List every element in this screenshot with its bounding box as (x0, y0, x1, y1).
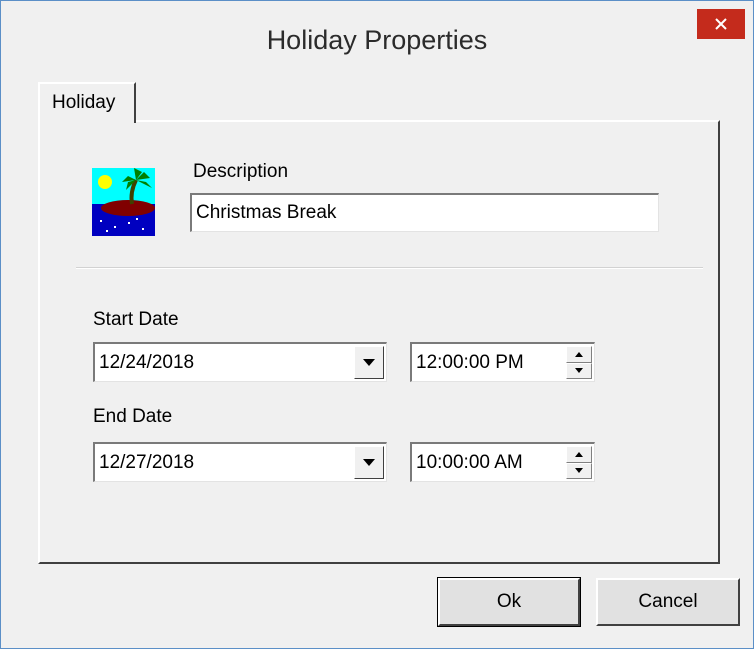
palm-tree-island-icon (92, 168, 155, 236)
end-time-spin-down[interactable] (566, 462, 592, 479)
ok-button[interactable]: Ok (437, 577, 581, 627)
tab-holiday[interactable]: Holiday (38, 82, 136, 123)
separator (76, 267, 703, 269)
start-time-spin-down[interactable] (566, 362, 592, 379)
arrow-down-icon (575, 368, 583, 374)
start-time-value: 12:00:00 PM (416, 351, 524, 373)
arrow-down-icon (575, 468, 583, 474)
close-button[interactable] (697, 9, 745, 39)
chevron-down-icon (363, 358, 375, 366)
dialog-window: Holiday Properties Holiday Description C… (0, 0, 754, 649)
window-title: Holiday Properties (266, 25, 488, 55)
start-date-combobox[interactable]: 12/24/2018 (93, 342, 387, 382)
start-time-input[interactable]: 12:00:00 PM (410, 342, 595, 382)
start-time-spinner[interactable] (566, 346, 592, 379)
end-date-value: 12/27/2018 (99, 451, 195, 473)
description-value: Christmas Break (196, 202, 337, 223)
start-date-value: 12/24/2018 (99, 351, 195, 373)
description-label: Description (193, 161, 289, 182)
title-bar[interactable]: Holiday Properties (1, 1, 753, 77)
end-time-spin-up[interactable] (566, 446, 592, 463)
arrow-up-icon (575, 351, 583, 357)
end-time-input[interactable]: 10:00:00 AM (410, 442, 595, 482)
end-time-value: 10:00:00 AM (416, 451, 523, 473)
arrow-up-icon (575, 451, 583, 457)
cancel-button[interactable]: Cancel (596, 578, 740, 626)
close-icon (715, 18, 727, 30)
end-time-spinner[interactable] (566, 446, 592, 479)
end-date-label: End Date (93, 406, 173, 427)
chevron-down-icon (363, 458, 375, 466)
start-time-spin-up[interactable] (566, 346, 592, 363)
description-input[interactable]: Christmas Break (190, 193, 659, 232)
start-date-label: Start Date (93, 309, 179, 330)
end-date-combobox[interactable]: 12/27/2018 (93, 442, 387, 482)
start-date-dropdown-button[interactable] (354, 346, 384, 379)
tab-holiday-label: Holiday (52, 92, 116, 113)
end-date-dropdown-button[interactable] (354, 446, 384, 479)
